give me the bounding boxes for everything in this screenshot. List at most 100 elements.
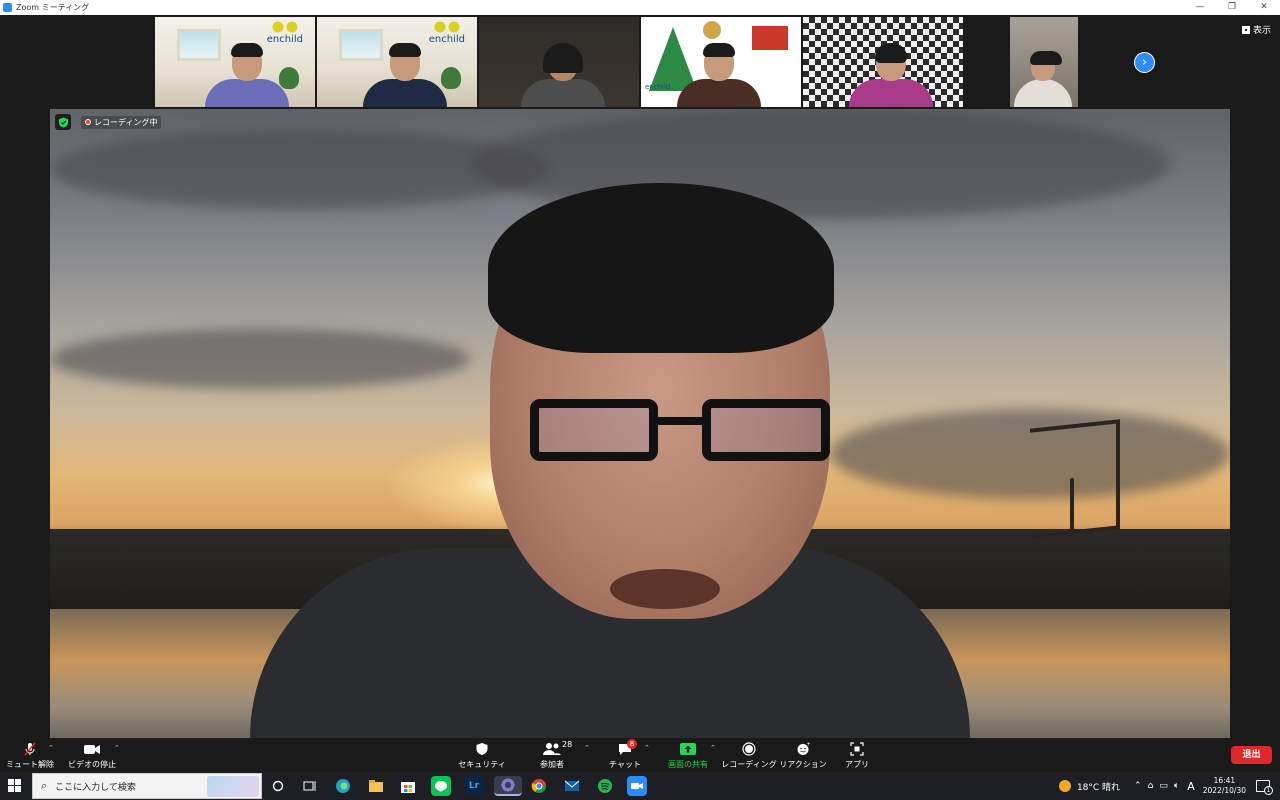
volume-icon[interactable]: 🔈︎ [1174,781,1179,791]
share-screen-icon [680,743,696,755]
audio-options-caret-icon[interactable]: ⌃ [48,744,54,752]
participant-figure [849,43,933,107]
participant-figure [1014,51,1072,107]
close-button[interactable]: ✕ [1248,0,1280,15]
speaker-mouth [610,569,720,609]
view-label: 表示 [1253,26,1272,36]
active-app-icon[interactable] [494,776,522,796]
chat-unread-badge: 8 [627,739,637,749]
participant-thumbnail[interactable] [1010,17,1078,107]
chat-label: チャット [609,760,641,769]
participants-count: 28 [562,740,573,749]
leave-meeting-button[interactable]: 退出 [1231,746,1272,764]
thumbnail-strip: enchild enchild enchild › 表示 [0,15,1280,109]
apps-icon [850,742,864,756]
reactions-button[interactable]: + リアクション [779,740,827,770]
next-page-button[interactable]: › [1134,52,1155,73]
network-icon[interactable]: ▭ [1159,781,1168,791]
recording-indicator[interactable]: レコーディング中 [81,115,162,129]
active-speaker-video: レコーディング中 [50,109,1230,738]
onedrive-icon[interactable]: ⌂ [1148,781,1154,791]
participant-thumbnail[interactable] [803,17,963,107]
stop-video-button[interactable]: ビデオの停止 [68,740,116,770]
taskbar-clock[interactable]: 16:41 2022/10/30 [1203,776,1246,796]
chrome-browser-icon[interactable] [529,776,549,796]
participant-figure [205,43,289,107]
recording-label: レコーディング中 [94,117,158,127]
window-title: Zoom ミーティング [16,3,90,12]
zoom-app: Zoom ミーティング — ❐ ✕ enchild enchild enchil… [0,0,1280,800]
share-options-caret-icon[interactable]: ⌃ [710,744,716,752]
windows-taskbar: ⌕ ここに入力して検索 Lr 18°C 晴れ ⌃ ⌂ ▭ 🔈︎ A 16:41 … [0,772,1280,800]
share-screen-button[interactable]: 画面の共有 [664,740,712,770]
spotify-icon[interactable] [595,776,615,796]
participants-label: 参加者 [540,760,564,769]
participant-thumbnail[interactable]: enchild [317,17,477,107]
participant-thumbnail[interactable]: enchild [155,17,315,107]
clock-date: 2022/10/30 [1202,786,1246,795]
apps-button[interactable]: アプリ [844,740,870,770]
stop-video-label: ビデオの停止 [68,760,116,769]
title-bar: Zoom ミーティング — ❐ ✕ [0,0,1280,15]
microsoft-store-icon[interactable] [398,776,418,796]
meeting-toolbar: ミュート解除 ⌃ ビデオの停止 ⌃ セキュリティ 28 参加者 ⌃ 8 チャット… [0,738,1280,772]
basketball-hoop [1030,419,1120,539]
participants-icon [543,743,561,755]
file-explorer-icon[interactable] [366,776,386,796]
notification-center-icon[interactable]: 1 [1256,780,1273,795]
clock-time: 16:41 [1213,776,1236,785]
cortana-icon[interactable] [268,776,288,796]
edge-browser-icon[interactable] [333,776,353,796]
chat-options-caret-icon[interactable]: ⌃ [644,744,650,752]
weather-text[interactable]: 18°C 晴れ [1077,780,1120,793]
restore-button[interactable]: ❐ [1216,0,1248,15]
record-dot-icon [85,119,91,125]
speaker-figure [250,169,970,738]
microphone-muted-icon [24,742,36,756]
chat-button[interactable]: 8 チャット [606,739,644,770]
security-button[interactable]: セキュリティ [458,740,506,770]
participant-figure [521,43,605,107]
smiley-plus-icon: + [797,742,811,755]
mail-icon[interactable] [562,776,582,796]
unmute-button[interactable]: ミュート解除 [6,740,54,770]
participant-thumbnail[interactable] [479,17,639,107]
participants-options-caret-icon[interactable]: ⌃ [584,744,590,752]
minimize-button[interactable]: — [1184,0,1216,15]
show-hidden-icons-icon[interactable]: ⌃ [1134,781,1142,791]
search-highlight-art [207,776,259,797]
video-camera-icon [84,745,100,754]
lightroom-icon[interactable]: Lr [464,776,484,796]
zoom-logo-icon [3,3,12,12]
participant-thumbnail[interactable]: enchild [641,17,801,107]
windows-start-button[interactable] [8,779,22,793]
view-button[interactable]: 表示 [1242,23,1271,36]
task-view-icon[interactable] [300,776,320,796]
record-label: レコーディング [721,760,777,769]
participants-button[interactable]: 28 参加者 [532,740,572,770]
svg-text:+: + [807,742,811,748]
background-logo: enchild [267,21,303,45]
window-controls: — ❐ ✕ [1184,0,1280,15]
weather-sun-icon[interactable] [1058,780,1071,792]
encryption-shield-icon[interactable] [55,114,71,130]
search-icon: ⌕ [41,779,48,792]
speaker-glasses [530,399,830,469]
line-app-icon[interactable] [431,776,451,796]
grid-view-icon [1242,25,1250,34]
system-tray: 18°C 晴れ ⌃ ⌂ ▭ 🔈︎ A 16:41 2022/10/30 1 [1058,772,1280,800]
record-button[interactable]: レコーディング [721,740,777,770]
security-shield-icon [476,743,488,755]
meeting-area: enchild enchild enchild › 表示 レコーディング中 [0,15,1280,738]
meeting-status-badges: レコーディング中 [55,114,162,130]
ime-indicator[interactable]: A [1187,780,1195,793]
notification-count: 1 [1264,786,1273,795]
reactions-label: リアクション [779,760,827,769]
zoom-taskbar-icon[interactable] [627,776,647,796]
search-placeholder: ここに入力して検索 [55,782,136,793]
participant-figure [677,43,761,107]
video-options-caret-icon[interactable]: ⌃ [114,744,120,752]
participant-figure [363,43,447,107]
unmute-label: ミュート解除 [6,760,54,769]
taskbar-search-box[interactable]: ⌕ ここに入力して検索 [32,773,262,799]
